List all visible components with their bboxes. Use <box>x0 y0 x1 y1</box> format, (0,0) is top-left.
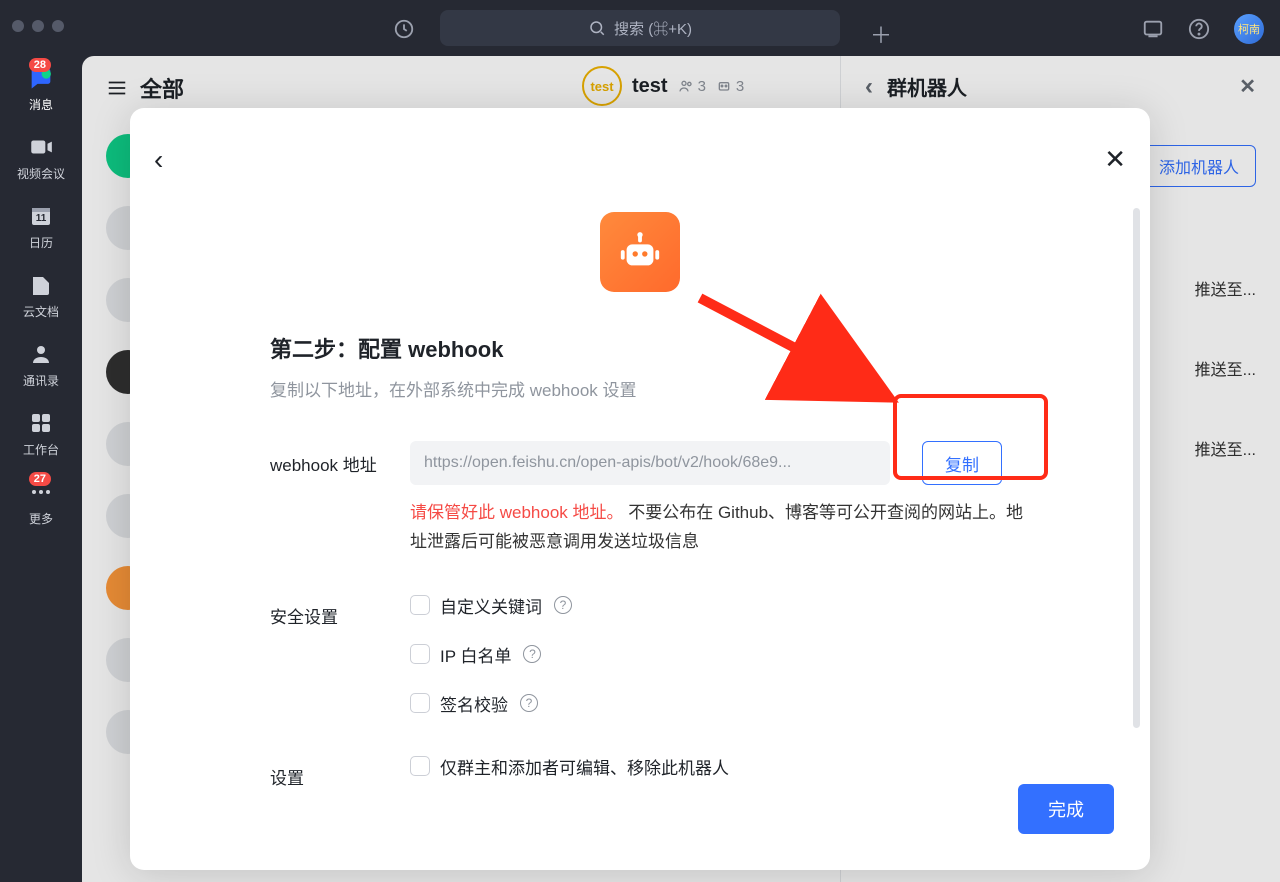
contacts-icon <box>27 340 55 368</box>
security-option-signature[interactable]: 签名校验 ? <box>410 691 572 716</box>
security-label: 安全设置 <box>270 593 390 628</box>
help-tooltip-icon[interactable]: ? <box>523 645 541 663</box>
nav-workspace[interactable]: 工作台 <box>23 409 59 458</box>
global-search[interactable]: 搜索 (⌘+K) <box>440 10 840 46</box>
checkbox-icon[interactable] <box>410 595 430 615</box>
modal-scrollbar[interactable] <box>1133 208 1140 728</box>
search-placeholder: 搜索 (⌘+K) <box>614 18 692 39</box>
help-tooltip-icon[interactable]: ? <box>554 596 572 614</box>
workspace-icon <box>27 409 55 437</box>
docs-icon <box>27 271 55 299</box>
calendar-icon: 11 <box>27 202 55 230</box>
webhook-url-field[interactable]: https://open.feishu.cn/open-apis/bot/v2/… <box>410 441 890 485</box>
video-icon <box>27 133 55 161</box>
tool-icon[interactable] <box>1142 18 1164 40</box>
nav-video[interactable]: 视频会议 <box>17 133 65 182</box>
nav-messages[interactable]: 28 消息 <box>27 64 55 113</box>
macos-titlebar: 搜索 (⌘+K) ＋ 柯南 <box>0 0 1280 56</box>
webhook-url-label: webhook 地址 <box>270 441 390 476</box>
settings-option-only-owner[interactable]: 仅群主和添加者可编辑、移除此机器人 <box>410 754 729 779</box>
history-icon[interactable] <box>393 18 415 40</box>
svg-text:11: 11 <box>36 213 47 224</box>
checkbox-icon[interactable] <box>410 644 430 664</box>
nav-more[interactable]: 27 更多 <box>27 478 55 527</box>
webhook-warning: 请保管好此 webhook 地址。 不要公布在 Github、博客等可公开查阅的… <box>410 499 1030 557</box>
window-traffic-lights[interactable] <box>12 20 64 32</box>
nav-docs[interactable]: 云文档 <box>23 271 59 320</box>
nav-badge: 27 <box>29 472 51 486</box>
help-tooltip-icon[interactable]: ? <box>520 694 538 712</box>
done-button[interactable]: 完成 <box>1018 784 1114 834</box>
nav-contacts[interactable]: 通讯录 <box>23 340 59 389</box>
nav-calendar[interactable]: 11 日历 <box>27 202 55 251</box>
checkbox-icon[interactable] <box>410 756 430 776</box>
modal-back-button[interactable]: ‹ <box>154 144 163 176</box>
nav-badge: 28 <box>29 58 51 72</box>
checkbox-icon[interactable] <box>410 693 430 713</box>
webhook-config-modal: ‹ ✕ 第二步：配置 webhook 复制以下地址，在外部系统中完成 webho… <box>130 108 1150 870</box>
user-avatar[interactable]: 柯南 <box>1234 14 1264 44</box>
help-icon[interactable] <box>1188 18 1210 40</box>
bot-avatar-icon <box>600 212 680 292</box>
modal-close-button[interactable]: ✕ <box>1104 144 1126 175</box>
settings-label: 设置 <box>270 754 390 789</box>
annotation-arrow <box>690 288 920 428</box>
security-option-ip-whitelist[interactable]: IP 白名单 ? <box>410 642 572 667</box>
left-nav: 28 消息 视频会议 11 日历 云文档 通讯录 工作台 27 更多 <box>0 56 82 882</box>
create-plus-icon[interactable]: ＋ <box>870 18 892 50</box>
security-option-keyword[interactable]: 自定义关键词 ? <box>410 593 572 618</box>
